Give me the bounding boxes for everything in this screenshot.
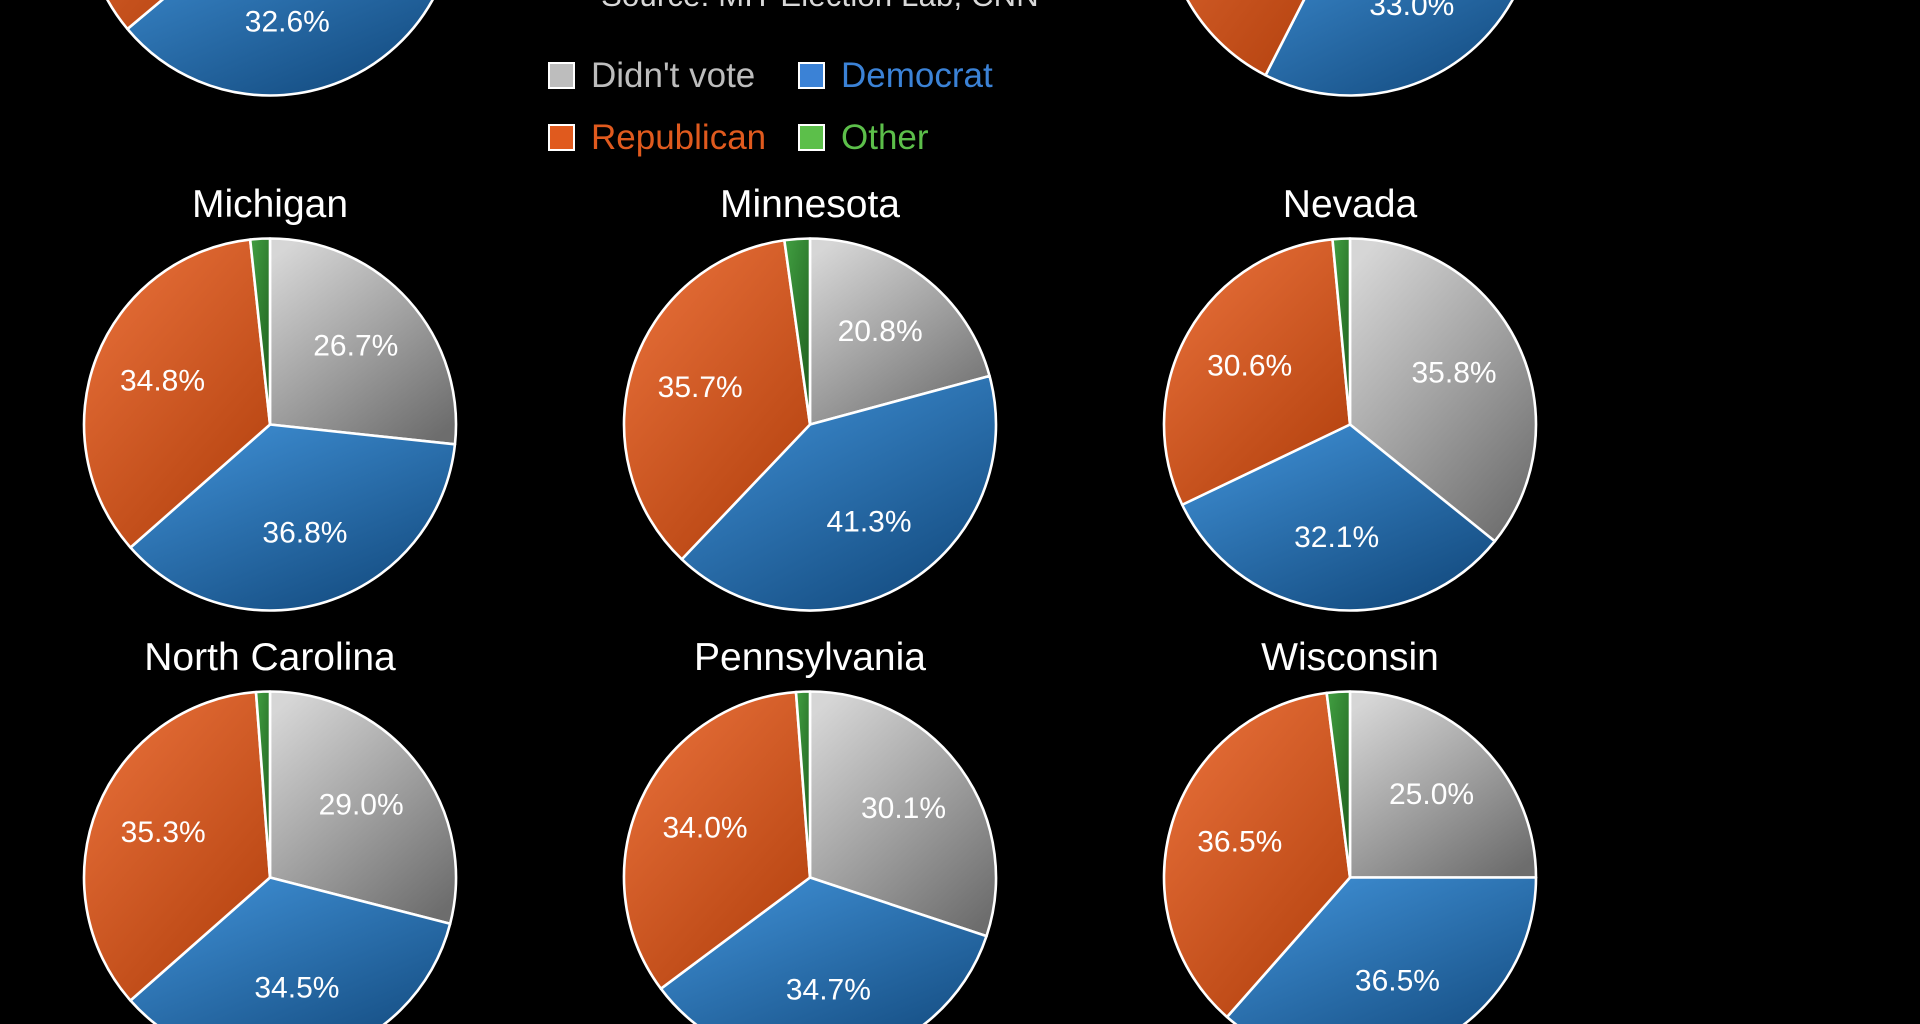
pie-graphic: 24.5%33.0%40.5% (1163, 0, 1538, 97)
pie-chart-minnesota: Minnesota 20.8% 41.3% 35.7% (575, 185, 1045, 655)
legend-label-other: Other (841, 117, 929, 157)
legend-label-democrat: Democrat (841, 55, 993, 95)
pie-slice-label: 35.8% (1411, 357, 1496, 390)
pie-slice-label: 30.6% (1207, 350, 1292, 383)
pie-graphic: 26.7% 36.8% 34.8% (82, 237, 458, 612)
pie-chart-maine: Maine24.5%33.0%40.5% (1115, 0, 1585, 140)
pie-graphic: 30.1% 34.7% 34.0% (622, 690, 998, 1024)
pie-slice-label: 30.1% (861, 792, 946, 825)
pie-chart-title: Minnesota (720, 183, 900, 226)
legend-item-republican[interactable]: Republican (548, 120, 798, 155)
pie-slice-label: 20.8% (838, 315, 923, 348)
legend-swatch-republican (548, 123, 575, 151)
pie-slice-label: 34.8% (120, 365, 205, 398)
legend-swatch-didnt-vote (548, 61, 575, 89)
pie-slice-label: 25.0% (1389, 778, 1474, 811)
pie-chart-nevada: Nevada 35.8% 32.1% 30.6% (1115, 185, 1585, 655)
pie-chart-north-carolina: North Carolina 29.0% 34.5% 35.3% (35, 638, 505, 1024)
legend-label-republican: Republican (591, 117, 767, 157)
pie-slice-label: 36.5% (1355, 965, 1440, 998)
pie-chart-title: Pennsylvania (694, 636, 926, 679)
pie-slice-label: 34.0% (663, 812, 748, 845)
pie-slice-label: 32.1% (1294, 521, 1379, 554)
pie-chart-title: Wisconsin (1261, 636, 1439, 679)
pie-chart-title: Nevada (1282, 183, 1418, 226)
legend-label-didnt-vote: Didn't vote (591, 55, 756, 95)
pie-graphic: 25.0% 36.5% 36.5% (1162, 690, 1538, 1024)
pie-slice-label: 34.5% (254, 972, 339, 1005)
pie-slice-label: 34.7% (786, 973, 871, 1006)
chart-legend: Didn't vote Democrat Republican Other (548, 44, 1028, 168)
pie-slice-label: 36.5% (1197, 826, 1282, 859)
pie-slice-label: 35.7% (658, 371, 743, 404)
legend-swatch-democrat (798, 61, 825, 89)
pie-slice-label: 32.6% (245, 5, 330, 38)
pie-graphic: 35.8% 32.1% 30.6% (1162, 237, 1538, 612)
pie-chart-title: Michigan (191, 183, 349, 226)
pie-slice-label: 36.8% (262, 516, 347, 549)
pie-chart-arizona: Arizona31.3%32.6%35.0% (35, 0, 505, 140)
pie-slice-label: 26.7% (313, 329, 398, 362)
legend-item-democrat[interactable]: Democrat (798, 58, 1028, 93)
pie-graphic: 29.0% 34.5% 35.3% (82, 690, 458, 1024)
pie-slice-label: 29.0% (319, 789, 404, 822)
chart-canvas: Source: MIT Election Lab, CNN Didn't vot… (0, 0, 1920, 1024)
pie-chart-pennsylvania: Pennsylvania 30.1% 34.7% 34.0% (575, 638, 1045, 1024)
source-credit: Source: MIT Election Lab, CNN (560, 0, 1080, 14)
pie-graphic: 20.8% 41.3% 35.7% (622, 237, 998, 612)
pie-slice-label: 35.3% (121, 816, 206, 849)
pie-chart-michigan: Michigan 26.7% 36.8% 34.8% (35, 185, 505, 655)
pie-graphic: 31.3%32.6%35.0% (83, 0, 458, 97)
pie-chart-wisconsin: Wisconsin 25.0% 36.5% 36.5% (1115, 638, 1585, 1024)
legend-swatch-other (798, 123, 825, 151)
legend-item-didnt-vote[interactable]: Didn't vote (548, 58, 798, 93)
pie-chart-title: North Carolina (144, 636, 396, 679)
legend-item-other[interactable]: Other (798, 120, 1028, 155)
pie-slice-label: 41.3% (826, 505, 911, 538)
pie-slice-label: 33.0% (1369, 0, 1454, 22)
